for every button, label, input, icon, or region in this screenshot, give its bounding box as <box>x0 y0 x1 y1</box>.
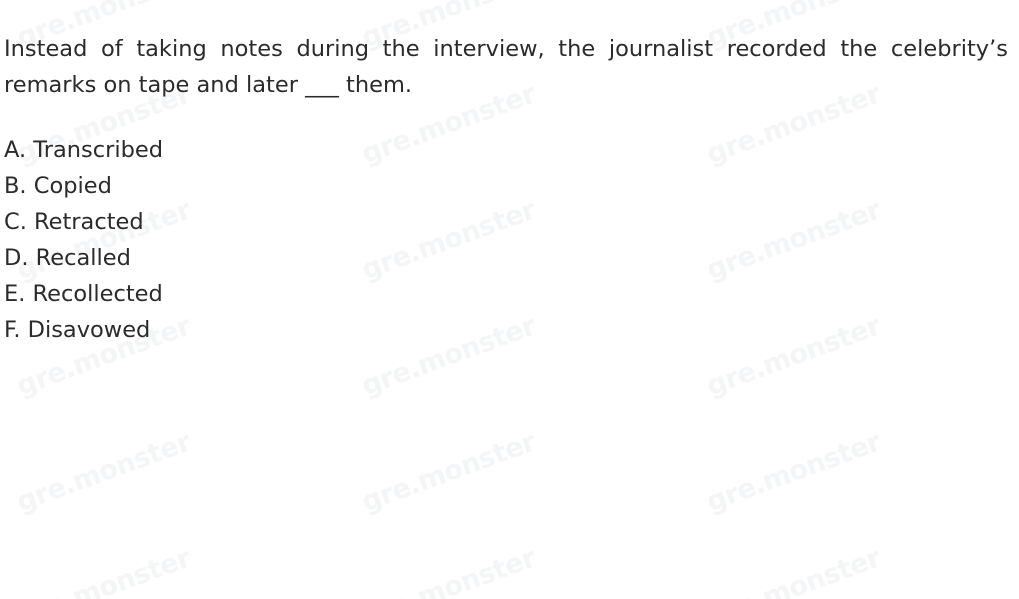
answer-option-c-label: C. Retracted <box>4 209 144 235</box>
answer-option-f-label: F. Disavowed <box>4 317 151 343</box>
answer-option-a-label: A. Transcribed <box>4 137 164 163</box>
answer-option-b[interactable]: B. Copied <box>4 168 604 204</box>
answer-option-d-label: D. Recalled <box>4 245 131 271</box>
question-stem: Instead of taking notes during the inter… <box>4 31 1008 103</box>
answer-option-e-label: E. Recollected <box>4 281 163 307</box>
question-stem-line-1: Instead of taking notes during the inter… <box>4 36 1008 62</box>
answer-option-b-label: B. Copied <box>4 173 112 199</box>
answer-option-d[interactable]: D. Recalled <box>4 240 604 276</box>
content-layer: Instead of taking notes during the inter… <box>0 0 1019 599</box>
answer-option-a[interactable]: A. Transcribed <box>4 132 604 168</box>
answer-option-f[interactable]: F. Disavowed <box>4 312 604 348</box>
question-stem-line-2: remarks on tape and later ___ them. <box>4 72 413 98</box>
answer-option-c[interactable]: C. Retracted <box>4 204 604 240</box>
answer-options-list: A. Transcribed B. Copied C. Retracted D.… <box>4 132 604 348</box>
answer-option-e[interactable]: E. Recollected <box>4 276 604 312</box>
